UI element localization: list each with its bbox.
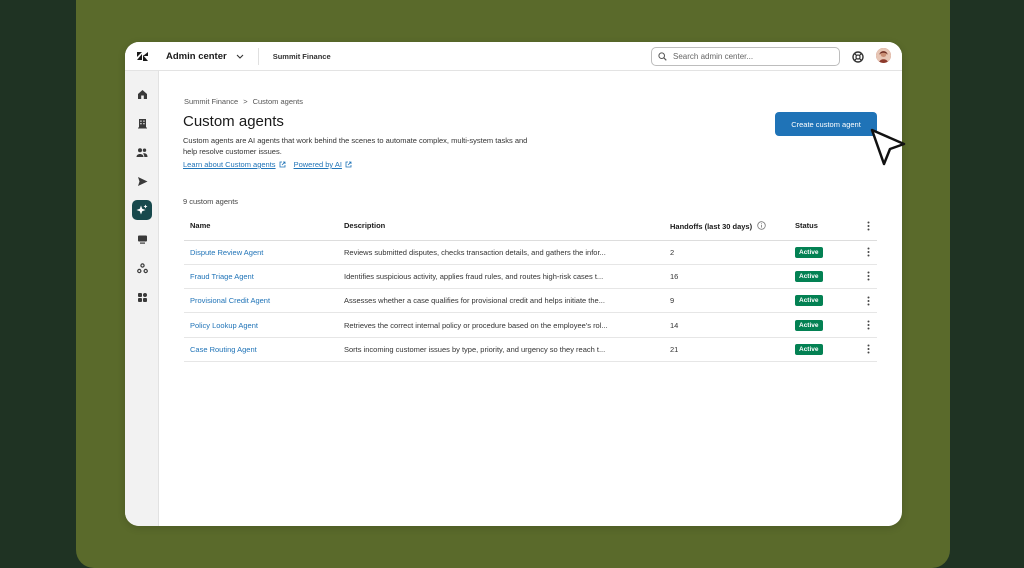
zendesk-logo-icon[interactable] <box>125 42 159 71</box>
admin-window: Admin center Summit Finance Search admin… <box>125 42 902 526</box>
agent-status-cell: Active <box>789 264 854 290</box>
agent-name-link[interactable]: Case Routing Agent <box>184 337 338 362</box>
search-input[interactable]: Search admin center... <box>651 47 840 66</box>
table-row[interactable]: Case Routing Agent Sorts incoming custom… <box>184 337 877 362</box>
table-row[interactable]: Provisional Credit Agent Assesses whethe… <box>184 288 877 314</box>
agent-description: Identifies suspicious activity, applies … <box>338 264 664 290</box>
nav-apps[interactable] <box>132 287 152 307</box>
agent-handoffs: 14 <box>664 312 789 338</box>
powered-by-ai-link[interactable]: Powered by AI <box>294 160 352 169</box>
search-icon <box>658 52 667 61</box>
home-icon <box>137 89 147 99</box>
table-row[interactable]: Policy Lookup Agent Retrieves the correc… <box>184 312 877 338</box>
header-description[interactable]: Description <box>338 212 664 241</box>
nav-home[interactable] <box>132 84 152 104</box>
page-description: Custom agents are AI agents that work be… <box>183 136 528 156</box>
people-icon <box>136 147 148 157</box>
nav-channels[interactable] <box>132 171 152 191</box>
external-link-icon <box>279 161 285 168</box>
agents-table: Name Description Handoffs (last 30 days)… <box>184 212 877 362</box>
create-custom-agent-button[interactable]: Create custom agent <box>775 112 877 136</box>
header-name[interactable]: Name <box>184 212 338 241</box>
kebab-menu-icon <box>867 247 870 257</box>
breadcrumb-current: Custom agents <box>252 97 304 106</box>
status-badge: Active <box>795 246 823 258</box>
agent-description: Reviews submitted disputes, checks trans… <box>338 240 664 265</box>
topbar: Admin center Summit Finance Search admin… <box>125 42 902 71</box>
page-title: Custom agents <box>183 113 284 130</box>
breadcrumb: Summit Finance > Custom agents <box>184 97 303 106</box>
search-placeholder: Search admin center... <box>673 52 754 61</box>
app-switcher[interactable]: Admin center <box>159 42 244 71</box>
learn-link-label: Learn about Custom agents <box>183 160 276 169</box>
breadcrumb-parent[interactable]: Summit Finance <box>184 97 238 106</box>
help-icon[interactable] <box>852 50 864 63</box>
agent-status-cell: Active <box>789 312 854 338</box>
agent-description: Assesses whether a case qualifies for pr… <box>338 288 664 314</box>
nav-account[interactable] <box>132 113 152 133</box>
header-status[interactable]: Status <box>789 212 854 241</box>
agent-status-cell: Active <box>789 288 854 314</box>
learn-link[interactable]: Learn about Custom agents <box>183 160 286 169</box>
account-name: Summit Finance <box>272 51 331 61</box>
row-menu[interactable] <box>854 264 877 290</box>
table-row[interactable]: Dispute Review Agent Reviews submitted d… <box>184 240 877 265</box>
divider <box>257 47 259 65</box>
row-menu[interactable] <box>854 288 877 314</box>
status-badge: Active <box>795 343 823 355</box>
user-avatar[interactable] <box>876 48 891 63</box>
row-menu[interactable] <box>854 240 877 265</box>
chat-icon <box>137 235 147 244</box>
row-menu[interactable] <box>854 337 877 362</box>
agent-handoffs: 9 <box>664 288 789 314</box>
chevron-down-icon <box>236 54 244 59</box>
info-icon[interactable] <box>757 221 766 230</box>
agent-name-link[interactable]: Fraud Triage Agent <box>184 264 338 290</box>
external-link-icon <box>345 161 352 168</box>
agent-count: 9 custom agents <box>183 197 239 206</box>
kebab-menu-icon <box>867 271 870 281</box>
agent-handoffs: 16 <box>664 264 789 290</box>
table-header-row: Name Description Handoffs (last 30 days)… <box>184 212 877 241</box>
mouse-pointer-icon <box>870 128 906 166</box>
agent-status-cell: Active <box>789 240 854 265</box>
agent-status-cell: Active <box>789 337 854 362</box>
agent-name-link[interactable]: Policy Lookup Agent <box>184 312 338 338</box>
agent-handoffs: 21 <box>664 337 789 362</box>
apps-icon <box>137 292 147 302</box>
row-menu[interactable] <box>854 312 877 338</box>
agent-name-link[interactable]: Provisional Credit Agent <box>184 288 338 314</box>
agent-description: Sorts incoming customer issues by type, … <box>338 337 664 362</box>
nav-ai[interactable] <box>132 200 152 220</box>
agent-description: Retrieves the correct internal policy or… <box>338 312 664 338</box>
help-links: Learn about Custom agents Powered by AI <box>183 160 352 169</box>
kebab-menu-icon <box>867 296 870 306</box>
building-icon <box>137 118 147 128</box>
table-row[interactable]: Fraud Triage Agent Identifies suspicious… <box>184 264 877 290</box>
kebab-menu-icon <box>867 320 870 330</box>
nav-workspaces[interactable] <box>132 229 152 249</box>
kebab-menu-icon <box>867 344 870 354</box>
status-badge: Active <box>795 270 823 282</box>
status-badge: Active <box>795 319 823 331</box>
sidebar <box>125 71 159 526</box>
ai-sparkle-icon <box>136 204 148 215</box>
recycle-icon <box>136 262 148 273</box>
breadcrumb-separator: > <box>243 97 248 106</box>
nav-people[interactable] <box>132 142 152 162</box>
powered-link-label: Powered by AI <box>293 160 342 169</box>
header-handoffs[interactable]: Handoffs (last 30 days) <box>664 212 789 241</box>
header-menu[interactable] <box>854 212 877 241</box>
agent-handoffs: 2 <box>664 240 789 265</box>
app-name: Admin center <box>166 50 227 62</box>
status-badge: Active <box>795 295 823 307</box>
agent-name-link[interactable]: Dispute Review Agent <box>184 240 338 265</box>
header-handoffs-label: Handoffs (last 30 days) <box>670 221 753 231</box>
nav-objects[interactable] <box>132 258 152 278</box>
kebab-menu-icon <box>867 221 870 231</box>
send-icon <box>137 176 147 186</box>
